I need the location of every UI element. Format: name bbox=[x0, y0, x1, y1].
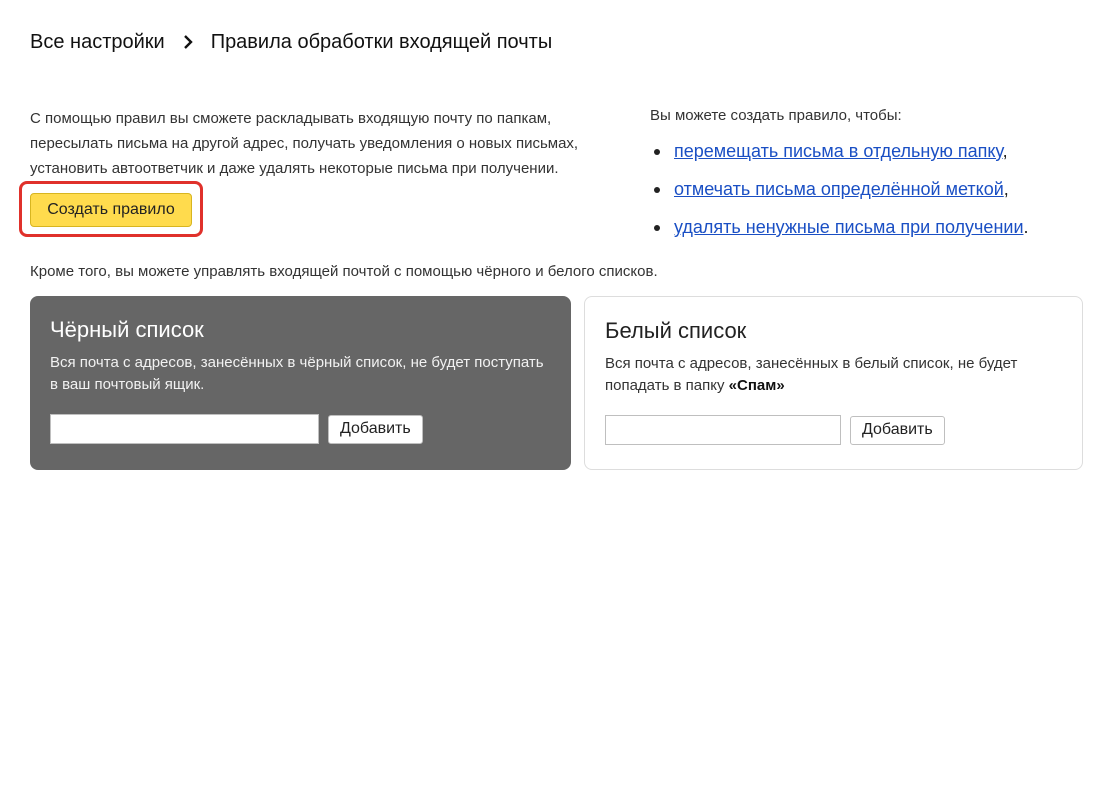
whitelist-description-text: Вся почта с адресов, занесённых в белый … bbox=[605, 355, 1018, 394]
whitelist-email-input[interactable] bbox=[605, 415, 841, 445]
list-item: удалять ненужные письма при получении. bbox=[650, 215, 1090, 239]
bullet-icon bbox=[654, 225, 660, 231]
rule-options-heading: Вы можете создать правило, чтобы: bbox=[650, 107, 902, 124]
list-item-suffix: , bbox=[1003, 179, 1009, 199]
whitelist-add-button[interactable]: Добавить bbox=[850, 415, 945, 445]
list-item-suffix: , bbox=[1002, 141, 1008, 161]
bullet-icon bbox=[654, 187, 660, 193]
blacklist-add-button[interactable]: Добавить bbox=[328, 414, 423, 444]
breadcrumb-all-settings[interactable]: Все настройки bbox=[30, 31, 165, 54]
chevron-right-icon bbox=[165, 35, 211, 49]
blacklist-panel: Чёрный список Вся почта с адресов, занес… bbox=[30, 296, 571, 470]
mark-with-label-link[interactable]: отмечать письма определённой меткой bbox=[674, 179, 1004, 199]
intro-text: С помощью правил вы сможете раскладывать… bbox=[30, 110, 579, 177]
bullet-icon bbox=[654, 149, 660, 155]
page-title: Правила обработки входящей почты bbox=[210, 30, 553, 53]
rule-options-list: перемещать письма в отдельную папку, отм… bbox=[650, 139, 1090, 239]
blacklist-form: Добавить bbox=[50, 414, 551, 444]
whitelist-description: Вся почта с адресов, занесённых в белый … bbox=[605, 353, 1062, 397]
move-to-folder-link[interactable]: перемещать письма в отдельную папку bbox=[674, 141, 1003, 161]
rule-options: Вы можете создать правило, чтобы: переме… bbox=[650, 106, 1090, 253]
blacklist-description: Вся почта с адресов, занесённых в чёрный… bbox=[50, 354, 544, 393]
list-item: отмечать письма определённой меткой, bbox=[650, 177, 1090, 201]
list-item-suffix: . bbox=[1023, 217, 1029, 237]
list-item: перемещать письма в отдельную папку, bbox=[650, 139, 1090, 163]
create-rule-button[interactable]: Создать правило bbox=[30, 193, 192, 227]
breadcrumb: Все настройки Правила обработки входящей… bbox=[30, 30, 552, 54]
blacklist-email-input[interactable] bbox=[50, 414, 319, 444]
whitelist-panel: Белый список Вся почта с адресов, занесё… bbox=[584, 296, 1083, 470]
whitelist-title: Белый список bbox=[605, 318, 747, 343]
spam-folder-name: «Спам» bbox=[728, 377, 785, 394]
blacklist-title: Чёрный список bbox=[50, 317, 204, 342]
lists-note: Кроме того, вы можете управлять входящей… bbox=[30, 263, 658, 280]
whitelist-form: Добавить bbox=[605, 415, 1062, 445]
delete-on-receive-link[interactable]: удалять ненужные письма при получении bbox=[674, 217, 1024, 237]
